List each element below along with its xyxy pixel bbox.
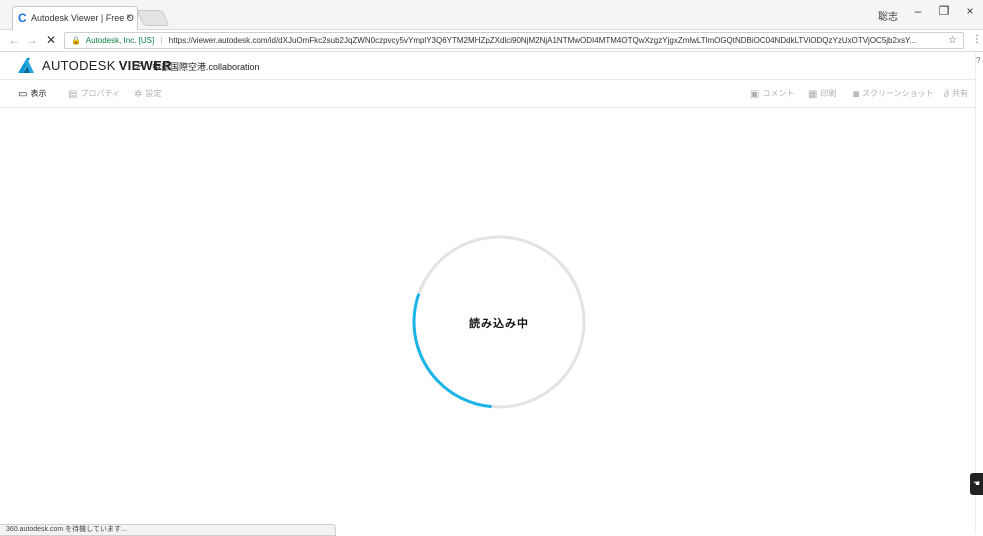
window-restore-button[interactable]: ❐ bbox=[934, 4, 954, 18]
status-bar: 360.autodesk.com を待機しています... bbox=[0, 524, 336, 536]
forward-button[interactable]: → bbox=[26, 33, 38, 47]
bookmark-star-icon[interactable]: ☆ bbox=[948, 33, 957, 48]
browser-menu-icon[interactable]: ⋮ bbox=[972, 34, 982, 45]
tab-favicon-icon: C bbox=[18, 11, 27, 25]
share-button[interactable]: ∂ 共有 bbox=[944, 88, 968, 100]
properties-tab-label: プロパティ bbox=[80, 89, 120, 98]
browser-tab[interactable]: C Autodesk Viewer | Free O × bbox=[12, 6, 138, 30]
window-user-badge[interactable]: 聡志 bbox=[878, 8, 898, 23]
properties-icon: ▤ bbox=[68, 89, 78, 100]
camera-icon: ◙ bbox=[853, 89, 860, 100]
lock-icon: 🔒 bbox=[71, 36, 81, 45]
back-button[interactable]: ← bbox=[8, 33, 20, 47]
viewer-toolbar: ▭ 表示 ▤ プロパティ ✲ 設定 ▣ コメント ▦ 印刷 ◙ スクリーンショット ∂ 共有 bbox=[0, 80, 975, 108]
secure-origin-label: Autodesk, Inc. [US] bbox=[85, 36, 155, 45]
gear-icon: ✲ bbox=[134, 89, 143, 100]
comment-icon: ▣ bbox=[750, 89, 760, 100]
monitor-icon: ▭ bbox=[18, 89, 28, 100]
autodesk-logo-icon bbox=[18, 58, 34, 73]
loading-message: 読み込み中 bbox=[469, 318, 529, 330]
address-bar: ← → ✕ 🔒 Autodesk, Inc. [US] | https://vi… bbox=[0, 30, 983, 52]
comment-button[interactable]: ▣ コメント bbox=[750, 88, 794, 100]
help-icon[interactable]: ? bbox=[976, 56, 980, 65]
file-name: 中部国際空港.collaboration bbox=[152, 62, 260, 72]
viewer-header: AUTODESK VIEWER > 中部国際空港.collaboration bbox=[0, 52, 975, 80]
screenshot-button-label: スクリーンショット bbox=[862, 89, 934, 98]
url-input[interactable]: 🔒 Autodesk, Inc. [US] | https://viewer.a… bbox=[64, 32, 964, 49]
right-rail bbox=[975, 52, 983, 534]
view-tab[interactable]: ▭ 表示 bbox=[18, 88, 46, 100]
new-tab-button[interactable] bbox=[136, 10, 170, 26]
breadcrumb-chevron-icon: > bbox=[136, 57, 144, 72]
url-text: https://viewer.autodesk.com/id/dXJuOmFkc… bbox=[168, 36, 916, 45]
stop-button[interactable]: ✕ bbox=[46, 33, 56, 47]
printer-icon: ▦ bbox=[808, 89, 818, 100]
url-separator: | bbox=[160, 36, 163, 45]
print-button[interactable]: ▦ 印刷 bbox=[808, 88, 836, 100]
settings-tab[interactable]: ✲ 設定 bbox=[134, 88, 161, 100]
tab-close-icon[interactable]: × bbox=[126, 7, 132, 29]
tab-title: Autodesk Viewer | Free O bbox=[31, 13, 134, 23]
window-minimize-button[interactable]: – bbox=[908, 4, 928, 18]
brand-primary: AUTODESK bbox=[42, 58, 116, 73]
comment-button-label: コメント bbox=[762, 89, 795, 98]
window-close-button[interactable]: × bbox=[960, 4, 980, 18]
view-tab-label: 表示 bbox=[30, 89, 47, 98]
link-icon: ∂ bbox=[944, 89, 949, 100]
feedback-icon[interactable]: ☚ bbox=[970, 473, 983, 495]
print-button-label: 印刷 bbox=[820, 89, 837, 98]
settings-tab-label: 設定 bbox=[145, 89, 162, 98]
share-button-label: 共有 bbox=[951, 89, 968, 98]
properties-tab[interactable]: ▤ プロパティ bbox=[68, 88, 120, 100]
browser-tab-strip: C Autodesk Viewer | Free O × 聡志 – ❐ × bbox=[0, 0, 983, 30]
screenshot-button[interactable]: ◙ スクリーンショット bbox=[853, 88, 934, 100]
